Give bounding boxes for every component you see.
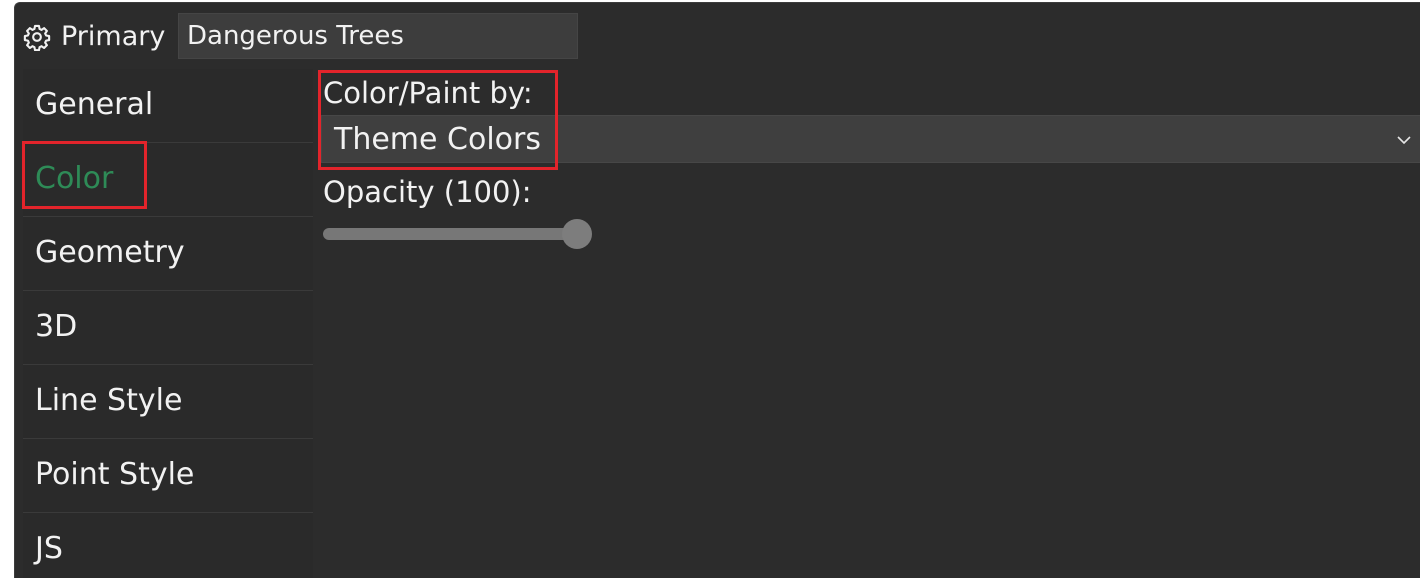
sidebar-item-label: General — [35, 87, 154, 122]
sidebar-item-3d[interactable]: 3D — [23, 291, 313, 365]
sidebar-item-general[interactable]: General — [23, 69, 313, 143]
chevron-down-icon — [1397, 136, 1411, 145]
opacity-label: Opacity (100): — [323, 175, 532, 209]
layer-header: Primary Dangerous Trees — [15, 3, 1420, 71]
layer-settings-panel: Primary Dangerous Trees General Color Ge… — [14, 2, 1420, 578]
sidebar-item-geometry[interactable]: Geometry — [23, 217, 313, 291]
sidebar-item-point-style[interactable]: Point Style — [23, 439, 313, 513]
sidebar-item-label: Line Style — [35, 383, 183, 418]
sidebar-item-label: Point Style — [35, 457, 195, 492]
settings-sidebar: General Color Geometry 3D Line Style Poi… — [22, 69, 313, 578]
primary-label: Primary — [61, 21, 166, 52]
gear-icon[interactable] — [23, 23, 51, 52]
sidebar-item-label: 3D — [35, 309, 78, 344]
sidebar-item-label: JS — [35, 531, 63, 566]
opacity-slider[interactable] — [323, 219, 592, 249]
sidebar-item-js[interactable]: JS — [23, 513, 313, 578]
color-settings-content: Color/Paint by: Theme Colors Opacity (10… — [313, 69, 1420, 578]
color-tab-highlight-box — [22, 141, 147, 209]
sidebar-item-line-style[interactable]: Line Style — [23, 365, 313, 439]
layer-name-input[interactable]: Dangerous Trees — [178, 13, 578, 59]
opacity-slider-track — [323, 228, 579, 240]
sidebar-item-label: Geometry — [35, 235, 185, 270]
paint-by-highlight-box — [318, 70, 558, 170]
opacity-slider-thumb[interactable] — [562, 219, 592, 249]
